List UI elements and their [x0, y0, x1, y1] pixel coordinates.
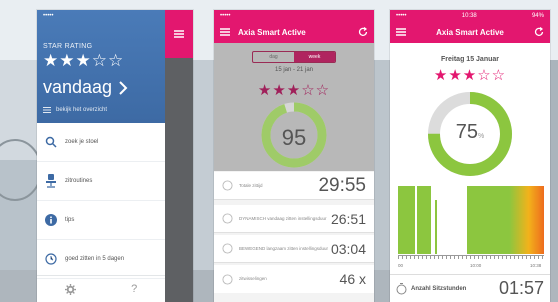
refresh-icon[interactable] — [358, 27, 368, 37]
segment-day[interactable]: dag — [253, 52, 294, 62]
day-label: vandaag — [43, 77, 113, 97]
help-icon[interactable]: ? — [131, 283, 137, 295]
sitting-hours-footer: Anzahl Sitzstunden 01:57 — [390, 274, 550, 302]
summary-panel: dag week 15 jan - 21 jan ★★★☆☆ 95 — [214, 43, 374, 171]
footer-value: 01:57 — [498, 278, 544, 298]
score-value: 75% — [426, 121, 514, 144]
activity-segment — [467, 186, 544, 254]
menu-item-five-days[interactable]: goed zitten in 5 dagen — [37, 240, 165, 279]
tick-label: 00 — [398, 263, 404, 268]
app-title: Axia Smart Active — [436, 27, 504, 37]
phone-menu-screen: ••••• STAR RATING ★★★☆☆ vandaag bekijk h… — [37, 10, 193, 302]
stat-row[interactable]: Totale zittijd 29:55 — [214, 172, 374, 200]
star-rating-label: STAR RATING — [43, 43, 93, 50]
status-bar: ••••• 10:38 94% — [390, 10, 550, 21]
star-rating: ★★★☆☆ — [43, 51, 125, 70]
menu-header: ••••• STAR RATING ★★★☆☆ vandaag bekijk h… — [37, 10, 165, 123]
overview-link[interactable]: bekijk het overzicht — [43, 107, 159, 113]
nav-bar: Axia Smart Active — [214, 21, 374, 43]
stat-row[interactable]: DYNAMISCH vandaag zitten instellingsduur… — [214, 205, 374, 233]
period-segmented-control: dag week — [252, 51, 336, 63]
stopwatch-icon — [396, 282, 407, 294]
menu-item-routines[interactable]: zitroutines — [37, 162, 165, 201]
menu-item-tips[interactable]: tips — [37, 201, 165, 240]
phone-day-detail-screen: ••••• 10:38 94% Axia Smart Active Freita… — [390, 10, 550, 302]
day-selector[interactable]: vandaag — [43, 77, 159, 98]
star-rating: ★★★☆☆ — [433, 67, 507, 84]
stat-row[interactable]: BEWEGEND langzaam zitten instellingsduur… — [214, 235, 374, 263]
clock-time: 10:38 — [461, 12, 477, 19]
footer-label: Anzahl Sitzstunden — [411, 285, 467, 292]
clock-icon — [222, 180, 233, 191]
activity-timeline-chart — [398, 186, 544, 254]
phone-summary-screen: ••••• Axia Smart Active dag week 15 jan … — [214, 10, 374, 302]
activity-segment — [398, 186, 415, 254]
nav-bar: Axia Smart Active — [390, 21, 550, 43]
menu-footer: ? — [37, 275, 165, 302]
star-rating: ★★★☆☆ — [257, 82, 331, 99]
menu-item-label: goed zitten in 5 dagen — [65, 256, 125, 262]
stat-label: Totale zittijd — [239, 182, 263, 188]
score-number: 75 — [455, 121, 478, 143]
hamburger-icon[interactable] — [220, 28, 230, 36]
segment-week[interactable]: week — [294, 52, 335, 62]
side-menu: ••••• STAR RATING ★★★☆☆ vandaag bekijk h… — [37, 10, 165, 302]
activity-segment — [417, 186, 431, 254]
overview-label: bekijk het overzicht — [56, 107, 108, 113]
stat-value: 46 x — [339, 271, 366, 287]
activity-segment — [435, 200, 437, 254]
status-bar: ••••• — [214, 10, 374, 21]
stat-value: 03:04 — [330, 240, 366, 257]
date-range: 15 jan - 21 jan — [274, 67, 314, 73]
chair-icon — [46, 174, 56, 188]
timeline-axis — [398, 255, 544, 261]
list-icon — [43, 107, 51, 113]
tick-label: 10:00 — [470, 263, 482, 268]
signal-indicator: ••••• — [220, 12, 231, 19]
switch-icon — [222, 273, 233, 285]
search-icon — [45, 136, 57, 148]
menu-item-label: zoek je stoel — [65, 139, 99, 145]
info-icon — [45, 214, 57, 226]
hamburger-icon[interactable] — [174, 30, 184, 38]
stat-row[interactable]: zitwisselingen 46 x — [214, 265, 374, 293]
stat-label: DYNAMISCH vandaag zitten instellingsduur — [239, 215, 327, 221]
day-date: Freitag 15 Januar — [441, 56, 499, 63]
menu-item-label: tips — [65, 217, 75, 223]
dynamic-icon — [222, 213, 233, 224]
clock-icon — [45, 253, 57, 265]
menu-item-search[interactable]: zoek je stoel — [37, 123, 165, 162]
side-header — [165, 10, 193, 58]
stat-label: BEWEGEND langzaam zitten instellingsduur — [239, 245, 329, 251]
signal-indicator: ••••• — [43, 12, 54, 19]
score-unit: % — [478, 133, 485, 140]
gear-icon[interactable] — [64, 283, 76, 295]
chevron-right-icon — [119, 80, 128, 95]
stat-label: zitwisselingen — [239, 276, 267, 281]
tick-label: 10:38 — [530, 263, 542, 268]
moving-icon — [222, 243, 233, 254]
battery-level: 94% — [531, 12, 544, 19]
app-title: Axia Smart Active — [238, 27, 306, 37]
menu-item-label: zitroutines — [65, 178, 93, 184]
main-screen-edge — [165, 10, 193, 302]
stat-value: 29:55 — [318, 174, 366, 196]
status-bar: ••••• — [43, 10, 159, 21]
signal-indicator: ••••• — [396, 12, 407, 19]
score-value: 95 — [281, 125, 307, 150]
hamburger-icon[interactable] — [396, 28, 406, 36]
refresh-icon[interactable] — [534, 27, 544, 37]
stat-value: 26:51 — [330, 210, 366, 227]
